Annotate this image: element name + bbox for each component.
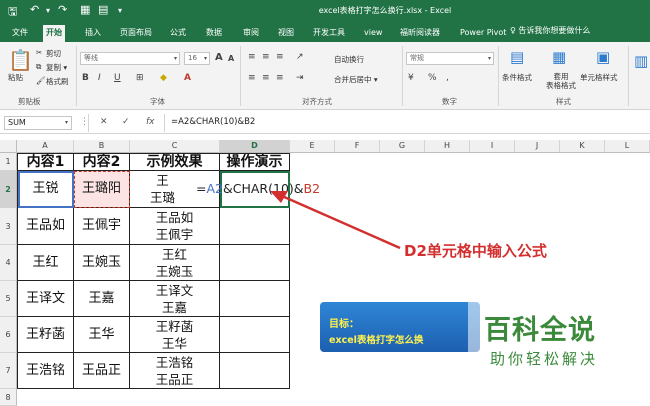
goal-banner: 目标： excel表格打字怎么换 [320,302,480,352]
arrow-line [281,194,401,250]
watermark: 百科全说 助你轻松解决 [468,300,650,380]
banner-line-2: excel表格打字怎么换 [329,335,424,346]
watermark-logo-text: 百科全说 [484,315,596,346]
banner-line-1: 目标： [329,319,359,330]
annotation-text: D2单元格中输入公式 [404,242,547,260]
watermark-slogan: 助你轻松解决 [490,350,599,368]
